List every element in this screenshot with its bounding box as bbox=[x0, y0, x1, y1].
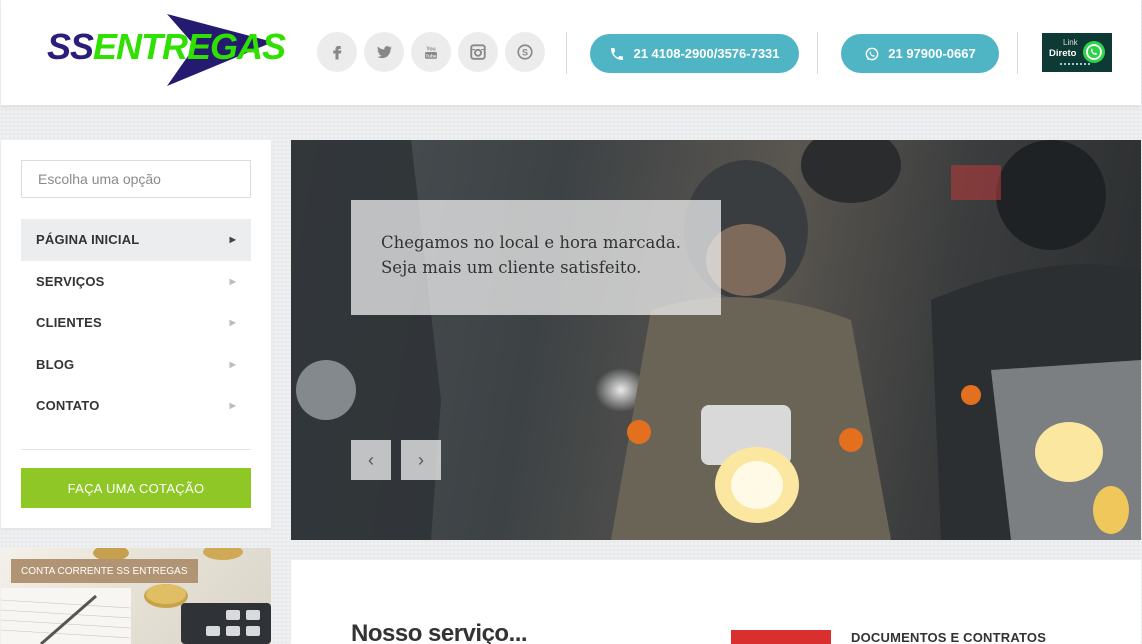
phone-icon bbox=[611, 47, 624, 60]
skype-icon: S bbox=[517, 44, 533, 60]
sidebar-item-contato[interactable]: CONTATO ▶ bbox=[21, 385, 251, 427]
logo-wordmark: SSENTREGAS bbox=[47, 26, 286, 68]
service-item-title[interactable]: DOCUMENTOS E CONTRATOS bbox=[851, 630, 1046, 644]
chevron-right-icon: ▶ bbox=[229, 235, 236, 245]
sidebar-item-clientes[interactable]: CLIENTES ▶ bbox=[21, 302, 251, 344]
whatsapp-icon bbox=[865, 47, 879, 60]
sidebar-item-label: CLIENTES bbox=[36, 315, 102, 331]
sidebar-item-pagina-inicial[interactable]: PÁGINA INICIAL ▶ bbox=[21, 219, 251, 261]
twitter-icon bbox=[377, 46, 392, 59]
svg-text:S: S bbox=[522, 47, 528, 57]
request-quote-label: FAÇA UMA COTAÇÃO bbox=[67, 480, 205, 496]
whatsapp-logo-icon bbox=[1083, 41, 1105, 63]
badge-direto-text: Direto bbox=[1049, 48, 1077, 59]
services-section: Nosso serviço... DOCUMENTOS E CONTRATOS bbox=[291, 560, 1141, 644]
site-header: SSENTREGAS You Tube S 21 4108-2900/3576-7… bbox=[1, 0, 1141, 106]
svg-text:Tube: Tube bbox=[425, 53, 437, 59]
option-select[interactable]: Escolha uma opção bbox=[21, 160, 251, 198]
instagram-icon bbox=[470, 44, 486, 60]
sidebar-item-label: SERVIÇOS bbox=[36, 273, 105, 289]
facebook-button[interactable] bbox=[317, 32, 357, 72]
logo-ss-text: SS bbox=[47, 26, 94, 67]
slider-next-button[interactable]: › bbox=[401, 440, 441, 480]
sidebar-item-label: BLOG bbox=[36, 356, 75, 372]
chevron-left-icon: ‹ bbox=[368, 449, 374, 470]
youtube-icon: YouTube bbox=[425, 47, 437, 59]
instagram-button[interactable] bbox=[458, 32, 498, 72]
chevron-right-icon: ▶ bbox=[229, 401, 236, 411]
whatsapp-direct-link-badge[interactable]: Link Direto bbox=[1042, 33, 1112, 72]
phone-button[interactable]: 21 4108-2900/3576-7331 bbox=[590, 34, 799, 73]
hero-caption-line1: Chegamos no local e hora marcada. bbox=[381, 233, 681, 252]
header-divider bbox=[566, 32, 567, 74]
hero-caption: Chegamos no local e hora marcada. Seja m… bbox=[351, 200, 721, 315]
badge-link-text: Link bbox=[1063, 38, 1078, 47]
promo-tag: CONTA CORRENTE SS ENTREGAS bbox=[11, 559, 198, 583]
request-quote-button[interactable]: FAÇA UMA COTAÇÃO bbox=[21, 468, 251, 508]
youtube-button[interactable]: You Tube bbox=[411, 32, 451, 72]
promo-card[interactable]: CONTA CORRENTE SS ENTREGAS bbox=[1, 548, 271, 644]
chevron-right-icon: ▶ bbox=[229, 318, 236, 328]
logo-entregas-text: ENTREGAS bbox=[93, 26, 286, 67]
twitter-button[interactable] bbox=[364, 32, 404, 72]
header-divider bbox=[1017, 32, 1018, 74]
service-thumbnail[interactable] bbox=[731, 630, 831, 644]
phone-number-label: 21 4108-2900/3576-7331 bbox=[633, 46, 780, 61]
sidebar-item-servicos[interactable]: SERVIÇOS ▶ bbox=[21, 261, 251, 303]
skype-button[interactable]: S bbox=[505, 32, 545, 72]
whatsapp-number-label: 21 97900-0667 bbox=[888, 46, 976, 61]
slider-prev-button[interactable]: ‹ bbox=[351, 440, 391, 480]
hero-slider[interactable]: Chegamos no local e hora marcada. Seja m… bbox=[291, 140, 1141, 540]
option-select-placeholder: Escolha uma opção bbox=[38, 171, 161, 187]
chevron-right-icon: ▶ bbox=[229, 276, 236, 286]
promo-tag-label: CONTA CORRENTE SS ENTREGAS bbox=[21, 565, 188, 577]
facebook-icon bbox=[333, 46, 342, 60]
chevron-right-icon: › bbox=[418, 449, 424, 470]
site-logo[interactable]: SSENTREGAS bbox=[45, 12, 286, 88]
sidebar-item-label: PÁGINA INICIAL bbox=[36, 232, 140, 248]
whatsapp-button[interactable]: 21 97900-0667 bbox=[841, 34, 999, 73]
chevron-right-icon: ▶ bbox=[229, 359, 236, 369]
badge-dots bbox=[1060, 63, 1090, 65]
sidebar-item-label: CONTATO bbox=[36, 398, 100, 414]
hero-caption-line2: Seja mais um cliente satisfeito. bbox=[381, 258, 642, 277]
sidebar-item-blog[interactable]: BLOG ▶ bbox=[21, 344, 251, 386]
section-title: Nosso serviço... bbox=[351, 620, 528, 644]
sidebar: Escolha uma opção PÁGINA INICIAL ▶ SERVI… bbox=[1, 140, 271, 528]
svg-text:You: You bbox=[426, 47, 436, 53]
sidebar-menu: PÁGINA INICIAL ▶ SERVIÇOS ▶ CLIENTES ▶ B… bbox=[21, 219, 251, 427]
sidebar-divider bbox=[21, 449, 251, 450]
header-divider bbox=[817, 32, 818, 74]
